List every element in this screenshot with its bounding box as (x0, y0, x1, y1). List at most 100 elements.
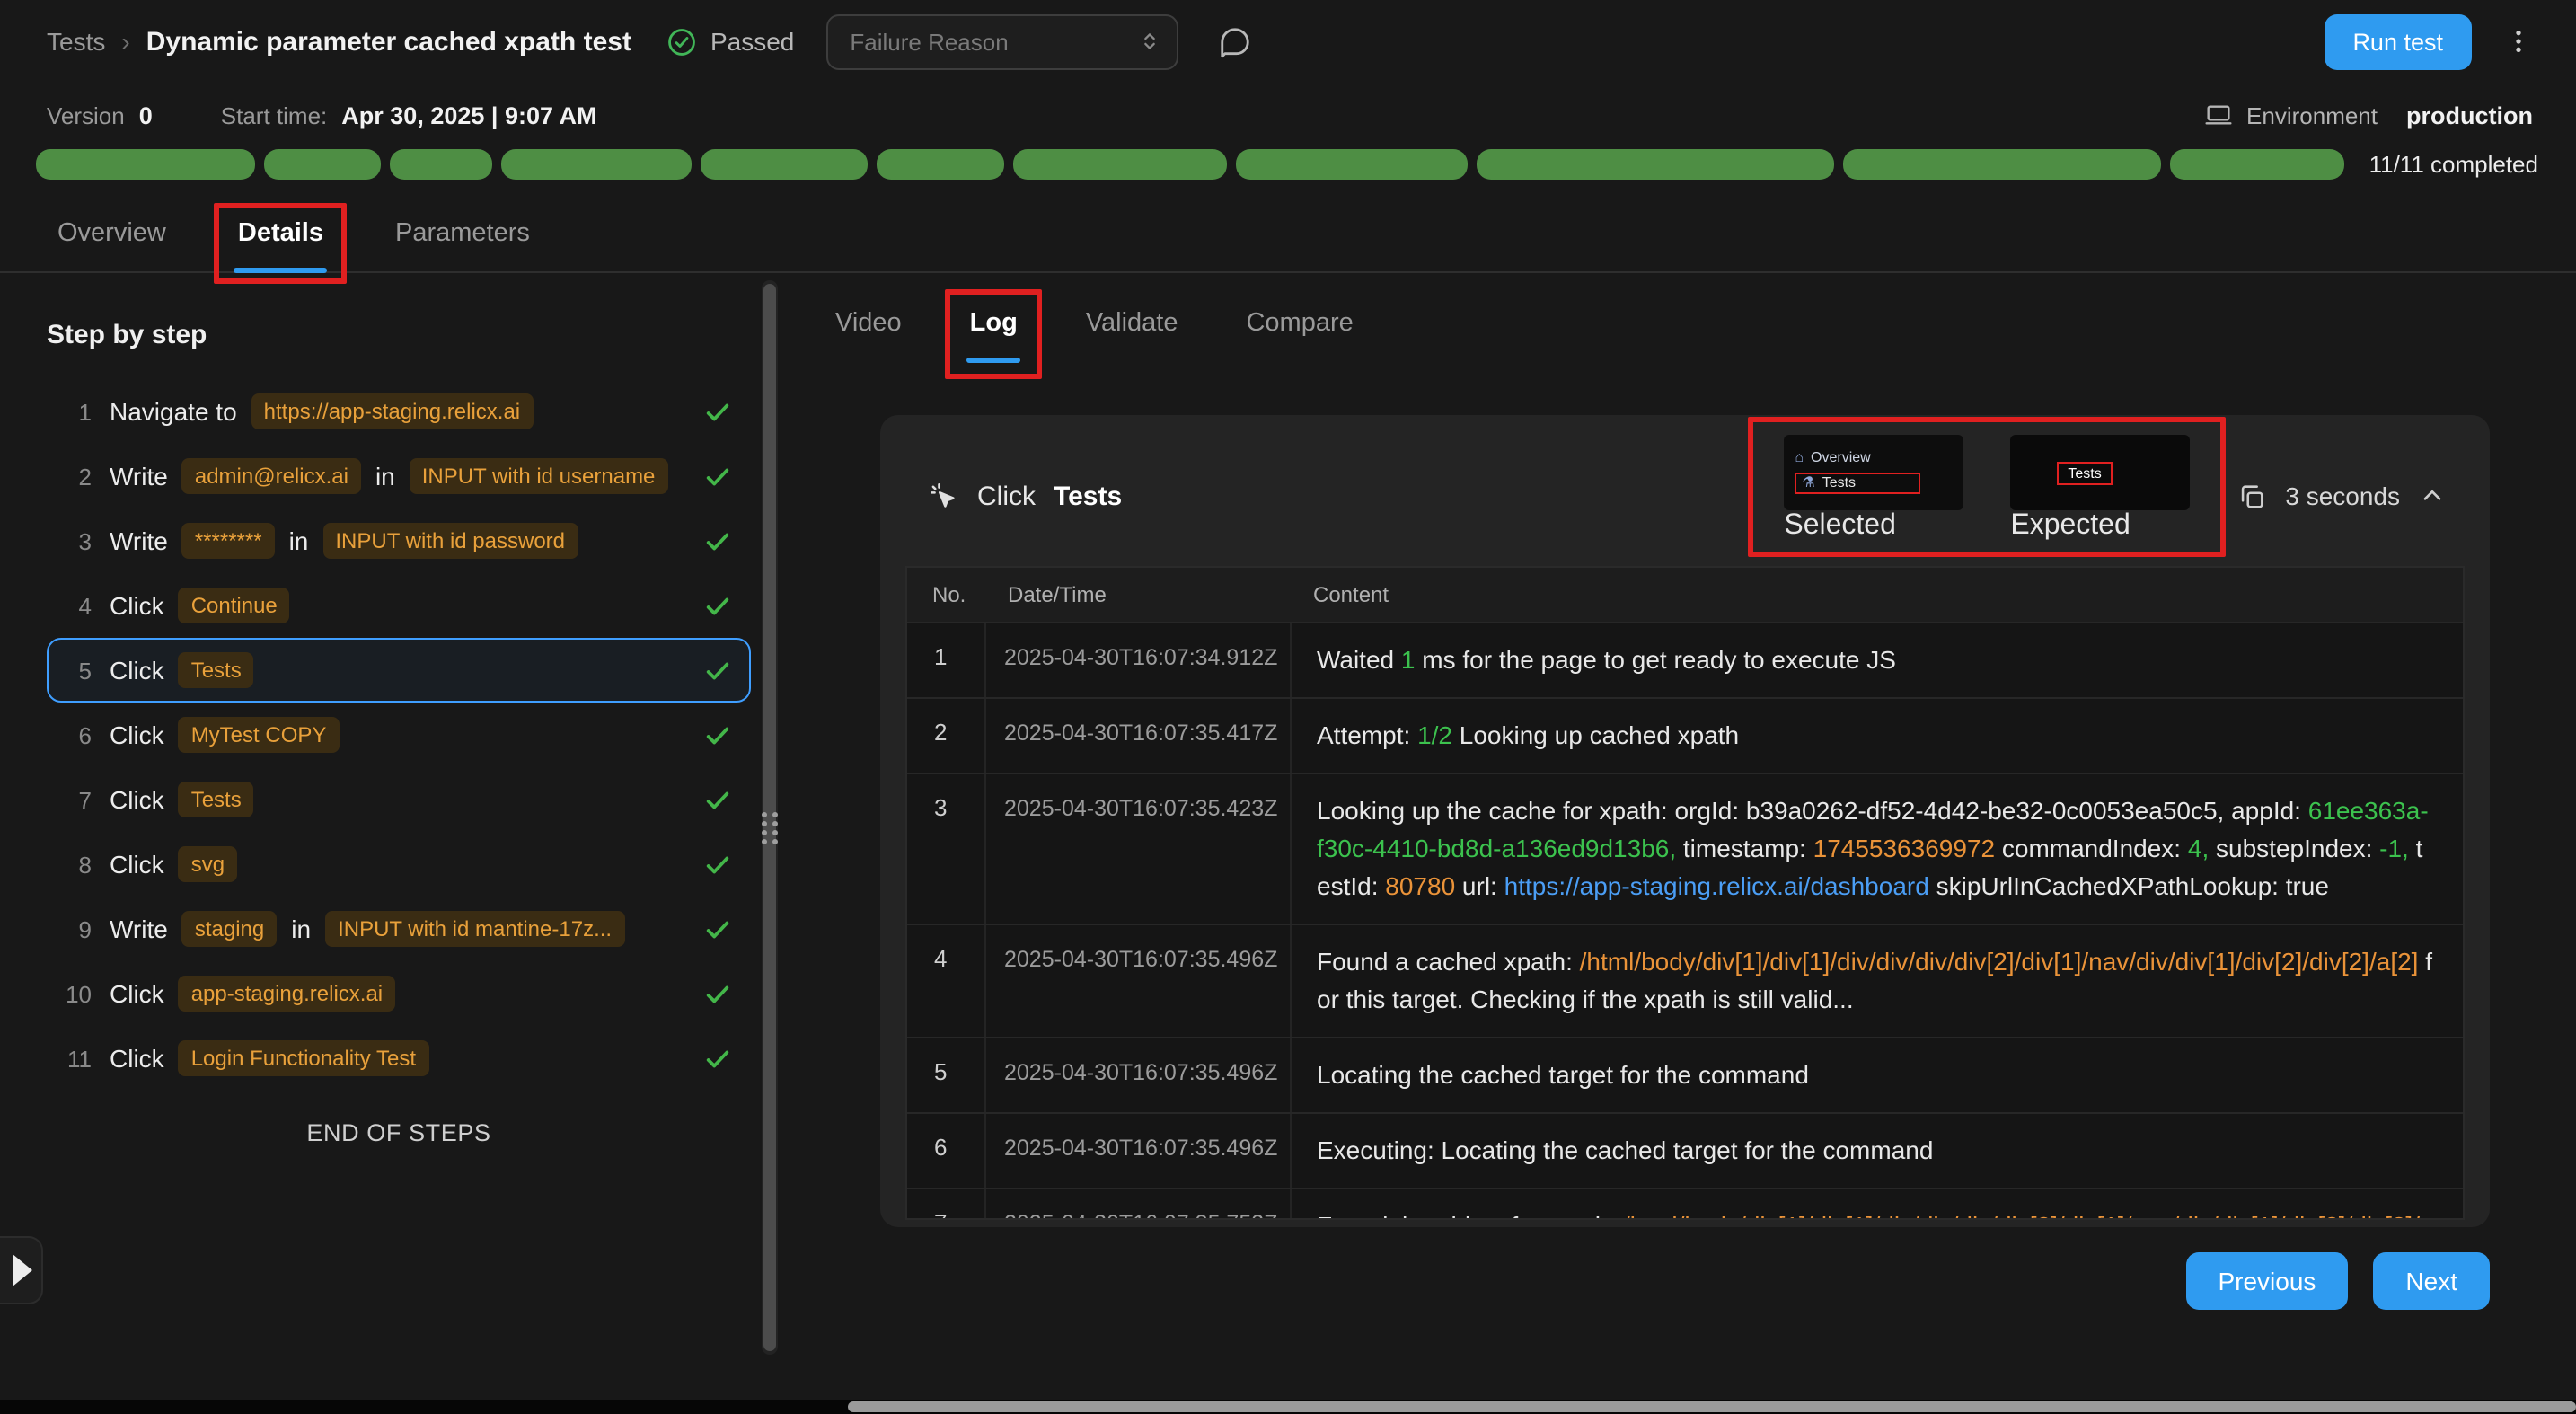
step-row[interactable]: 8Clicksvg (47, 832, 751, 897)
log-table-row[interactable]: 22025-04-30T16:07:35.417ZAttempt: 1/2 Lo… (907, 697, 2463, 773)
log-row-content: Found the object for xpath: /html/body/d… (1292, 1189, 2463, 1220)
tab-details-label: Details (238, 219, 323, 248)
log-text-orange: /html/body/div[1]/div[1]/div/div/div/div… (1580, 947, 2419, 976)
log-text-plain: ms for the page to get ready to execute … (1416, 645, 1896, 674)
step-action: Click (110, 591, 164, 620)
step-row[interactable]: 11ClickLogin Functionality Test (47, 1026, 751, 1091)
progress-segment (1013, 149, 1228, 180)
progress-segment (389, 149, 492, 180)
chat-icon (1218, 24, 1252, 58)
more-menu-button[interactable] (2504, 25, 2533, 57)
step-number: 7 (59, 786, 92, 813)
steps-scrollbar[interactable] (762, 280, 778, 1355)
panel-resize-handle[interactable] (756, 812, 783, 844)
progress-row: 11/11 completed (0, 133, 2576, 180)
step-row[interactable]: 6ClickMyTest COPY (47, 703, 751, 767)
log-text-plain: Locating the cached target for the comma… (1317, 1060, 1809, 1089)
log-row-number: 2 (907, 699, 986, 773)
step-target-badge: INPUT with id password (322, 523, 578, 559)
breadcrumb-tests[interactable]: Tests (47, 27, 105, 56)
step-row[interactable]: 3Write********inINPUT with id password (47, 508, 751, 573)
log-text-green: 1 (1401, 645, 1416, 674)
horizontal-scrollbar-thumb[interactable] (848, 1401, 2576, 1412)
log-table-row[interactable]: 42025-04-30T16:07:35.496ZFound a cached … (907, 924, 2463, 1037)
steps-heading: Step by step (47, 320, 751, 350)
step-action: Click (110, 979, 164, 1008)
comment-button[interactable] (1218, 24, 1252, 58)
horizontal-scrollbar[interactable] (0, 1400, 2576, 1414)
failure-reason-select[interactable]: Failure Reason (826, 13, 1178, 69)
topbar-actions: Run test (2324, 13, 2533, 69)
step-action: Click (110, 720, 164, 749)
step-row[interactable]: 4ClickContinue (47, 573, 751, 638)
tab-overview-label: Overview (57, 219, 166, 248)
step-navigation: Previous Next (880, 1252, 2490, 1310)
log-section: VideoLogValidateCompare Click Tests (832, 273, 2490, 1355)
version-group: Version 0 (47, 102, 153, 128)
tab-parameters[interactable]: Parameters (392, 212, 534, 271)
log-table-row[interactable]: 32025-04-30T16:07:35.423ZLooking up the … (907, 773, 2463, 924)
log-row-content: Executing: Locating the cached target fo… (1292, 1114, 2463, 1188)
log-table-row[interactable]: 62025-04-30T16:07:35.496ZExecuting: Loca… (907, 1112, 2463, 1188)
expected-thumbnail[interactable]: Tests Expected (2010, 435, 2190, 543)
step-row[interactable]: 1Navigate tohttps://app-staging.relicx.a… (47, 379, 751, 444)
environment-label: Environment (2246, 102, 2378, 128)
step-row[interactable]: 7ClickTests (47, 767, 751, 832)
log-tab-log-label: Log (970, 309, 1018, 338)
progress-label: 11/11 completed (2369, 151, 2538, 178)
step-row[interactable]: 5ClickTests (47, 638, 751, 703)
copy-button[interactable] (2236, 481, 2267, 511)
log-tabs: Video Log Validate Compare (832, 302, 2490, 361)
progress-segment (701, 149, 869, 180)
step-target-badge: https://app-staging.relicx.ai (251, 393, 534, 429)
log-card-header: Click Tests ⌂ Overview (905, 415, 2465, 566)
collapse-button[interactable] (2418, 482, 2447, 510)
failure-reason-value: Failure Reason (850, 28, 1008, 55)
step-row[interactable]: 10Clickapp-staging.relicx.ai (47, 961, 751, 1026)
log-table-row[interactable]: 12025-04-30T16:07:34.912ZWaited 1 ms for… (907, 622, 2463, 697)
version-label: Version (47, 102, 125, 128)
breadcrumb-separator: › (121, 27, 129, 56)
log-text-orange: 80780 (1385, 871, 1455, 900)
expected-caption: Expected (2010, 510, 2190, 543)
log-link[interactable]: https://app-staging.relicx.ai/dashboard (1504, 871, 1929, 900)
step-number: 1 (59, 398, 92, 425)
mini-nav-overview: ⌂ Overview (1795, 450, 1920, 466)
log-text-orange: 1745536369972 (1813, 834, 1995, 862)
log-table-row[interactable]: 52025-04-30T16:07:35.496ZLocating the ca… (907, 1037, 2463, 1112)
log-row-timestamp: 2025-04-30T16:07:34.912Z (986, 623, 1292, 697)
status-label: Passed (710, 27, 794, 56)
log-tab-log[interactable]: Log (966, 302, 1021, 361)
log-tab-validate[interactable]: Validate (1082, 302, 1182, 361)
selected-caption: Selected (1784, 510, 1963, 543)
step-number: 5 (59, 657, 92, 684)
log-tab-compare[interactable]: Compare (1242, 302, 1356, 361)
previous-button[interactable]: Previous (2185, 1252, 2348, 1310)
tab-overview[interactable]: Overview (54, 212, 170, 271)
progress-segment (1237, 149, 1468, 180)
step-row[interactable]: 9WritestaginginINPUT with id mantine-17z… (47, 897, 751, 961)
step-joiner: in (291, 915, 311, 943)
log-text-green: -1, (2379, 834, 2409, 862)
step-target-badge: Tests (179, 652, 254, 688)
next-button[interactable]: Next (2373, 1252, 2490, 1310)
steps-panel: Step by step 1Navigate tohttps://app-sta… (47, 273, 751, 1355)
kebab-icon (2504, 25, 2533, 57)
tab-details[interactable]: Details (234, 212, 327, 271)
selected-thumbnail[interactable]: ⌂ Overview ⚗ Tests Selected (1784, 435, 1963, 543)
log-row-timestamp: 2025-04-30T16:07:35.423Z (986, 774, 1292, 924)
progress-segment (1476, 149, 1833, 180)
drawer-expand-arrow-icon[interactable] (13, 1254, 32, 1286)
log-table-row[interactable]: 72025-04-30T16:07:35.753ZFound the objec… (907, 1188, 2463, 1220)
step-number: 11 (59, 1045, 92, 1072)
run-test-button[interactable]: Run test (2324, 13, 2472, 69)
log-tab-video[interactable]: Video (832, 302, 905, 361)
check-icon (693, 527, 731, 554)
mini-tests-label: Tests (1822, 475, 1856, 491)
step-row[interactable]: 2Writeadmin@relicx.aiinINPUT with id use… (47, 444, 751, 508)
log-tab-compare-label: Compare (1246, 309, 1353, 338)
step-target-badge: ******** (182, 523, 275, 559)
progress-segment (1842, 149, 2160, 180)
select-chevrons-icon (1137, 29, 1162, 54)
step-target-badge: svg (179, 846, 237, 882)
